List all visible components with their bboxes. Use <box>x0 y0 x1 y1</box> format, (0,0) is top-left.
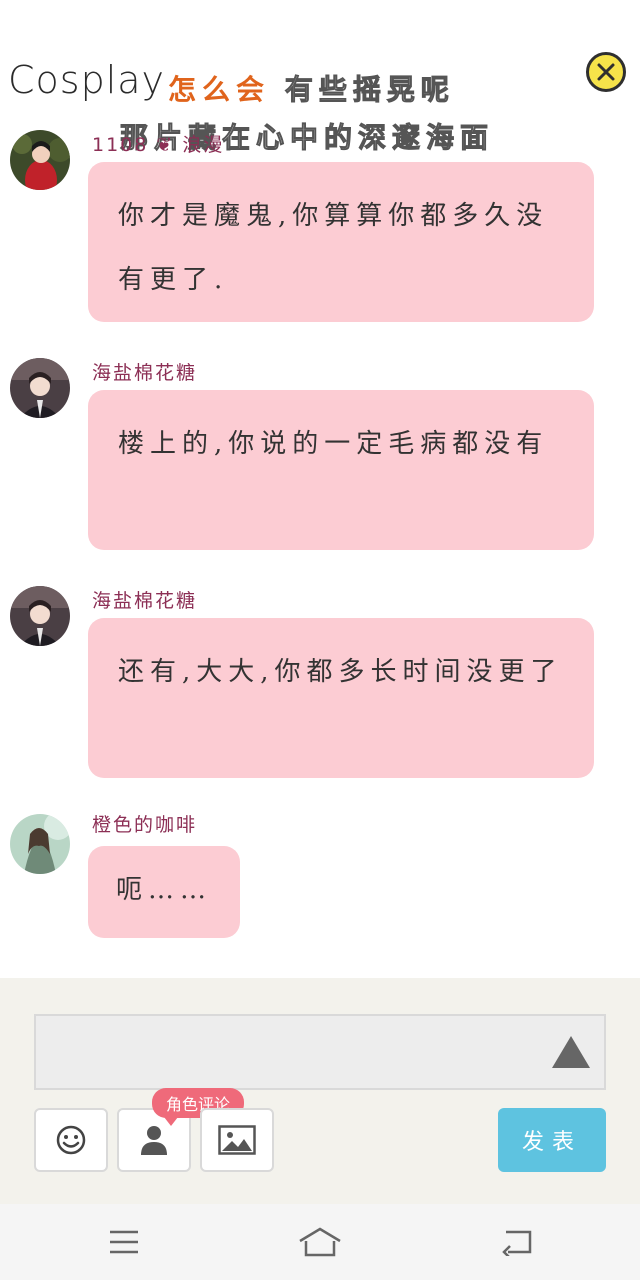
person-icon <box>141 1126 167 1155</box>
username[interactable]: 海盐棉花糖 <box>92 586 197 613</box>
message-bubble: 楼上的,你说的一定毛病都没有 <box>88 390 594 550</box>
expand-triangle-icon[interactable] <box>550 1034 592 1070</box>
home-icon <box>299 1227 341 1257</box>
avatar[interactable] <box>10 130 70 190</box>
message-bubble: 你才是魔鬼,你算算你都多久没有更了. <box>88 162 594 322</box>
home-button[interactable] <box>298 1224 342 1260</box>
back-icon <box>502 1230 532 1256</box>
message-bubble: 还有,大大,你都多长时间没更了 <box>88 618 594 778</box>
emoji-button[interactable] <box>34 1108 108 1172</box>
message-bubble: 呃…… <box>88 846 240 938</box>
compose-area: 角色评论 发表 <box>0 978 640 1204</box>
close-button[interactable] <box>586 52 626 92</box>
back-button[interactable] <box>496 1224 536 1260</box>
comment-input[interactable] <box>34 1014 606 1090</box>
avatar[interactable] <box>10 586 70 646</box>
image-button[interactable] <box>200 1108 274 1172</box>
headline-accent: 怎么会 <box>168 73 271 106</box>
avatar-girl-green <box>10 814 70 874</box>
headline-rest: 有些摇晃呢 <box>284 73 455 107</box>
close-icon <box>597 63 615 81</box>
username[interactable]: 海盐棉花糖 <box>92 358 197 385</box>
username[interactable]: 1108 ❦ 浪漫 <box>92 130 224 157</box>
menu-icon <box>110 1230 138 1254</box>
avatar-boy-suit <box>10 586 70 646</box>
avatar[interactable] <box>10 814 70 874</box>
menu-button[interactable] <box>104 1224 144 1260</box>
avatar-red-costume <box>10 130 70 190</box>
headline-line-1: 怎么会 有些摇晃呢 <box>168 68 455 108</box>
system-navbar <box>0 1204 640 1280</box>
avatar-boy-suit <box>10 358 70 418</box>
avatar[interactable] <box>10 358 70 418</box>
image-icon <box>218 1125 256 1155</box>
username[interactable]: 橙色的咖啡 <box>92 810 197 837</box>
app-title: Cosplay <box>8 58 166 102</box>
emoji-icon <box>56 1125 86 1155</box>
send-button[interactable]: 发表 <box>498 1108 606 1172</box>
